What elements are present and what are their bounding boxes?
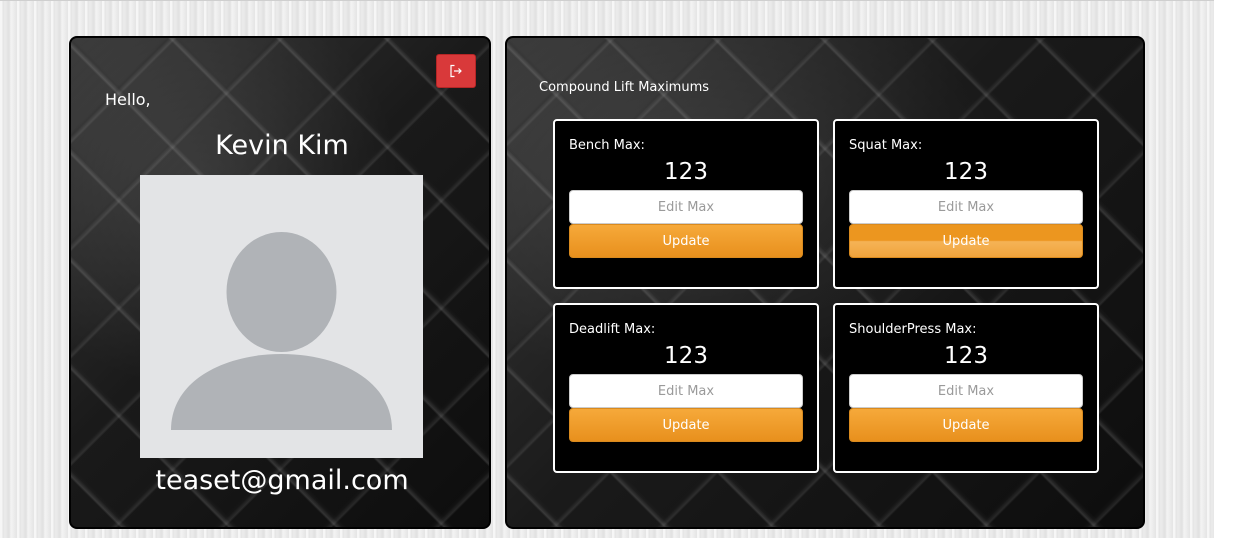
shoulderpress-update-button[interactable]: Update [849, 408, 1083, 442]
section-title: Compound Lift Maximums [539, 80, 710, 95]
top-rule [0, 0, 1214, 1]
lift-value: 123 [664, 343, 708, 369]
lift-value: 123 [944, 159, 988, 185]
lift-label: Squat Max: [849, 138, 923, 153]
deadlift-update-button[interactable]: Update [569, 408, 803, 442]
bench-max-input[interactable] [569, 190, 803, 224]
bench-update-button[interactable]: Update [569, 224, 803, 258]
squat-max-input[interactable] [849, 190, 1083, 224]
shoulderpress-max-input[interactable] [849, 374, 1083, 408]
squat-max-card: Squat Max: 123 Update [833, 119, 1099, 289]
lift-value: 123 [664, 159, 708, 185]
shoulderpress-max-card: ShoulderPress Max: 123 Update [833, 303, 1099, 473]
logout-button[interactable] [436, 54, 476, 88]
deadlift-max-card: Deadlift Max: 123 Update [553, 303, 819, 473]
sign-out-icon [450, 64, 462, 78]
squat-update-button[interactable]: Update [849, 224, 1083, 258]
lift-label: ShoulderPress Max: [849, 322, 977, 337]
deadlift-max-input[interactable] [569, 374, 803, 408]
bench-max-card: Bench Max: 123 Update [553, 119, 819, 289]
lift-label: Deadlift Max: [569, 322, 656, 337]
lift-maximums-panel: Compound Lift Maximums Bench Max: 123 Up… [505, 36, 1145, 529]
user-name: Kevin Kim [215, 130, 349, 161]
avatar [140, 175, 423, 458]
default-user-avatar-icon [171, 232, 392, 430]
lift-value: 123 [944, 343, 988, 369]
lift-label: Bench Max: [569, 138, 645, 153]
user-email: teaset@gmail.com [155, 465, 409, 496]
profile-panel: Hello, Kevin Kim teaset@gmail.com [69, 36, 491, 529]
greeting-text: Hello, [105, 90, 151, 109]
scroll-gutter [1214, 0, 1234, 538]
